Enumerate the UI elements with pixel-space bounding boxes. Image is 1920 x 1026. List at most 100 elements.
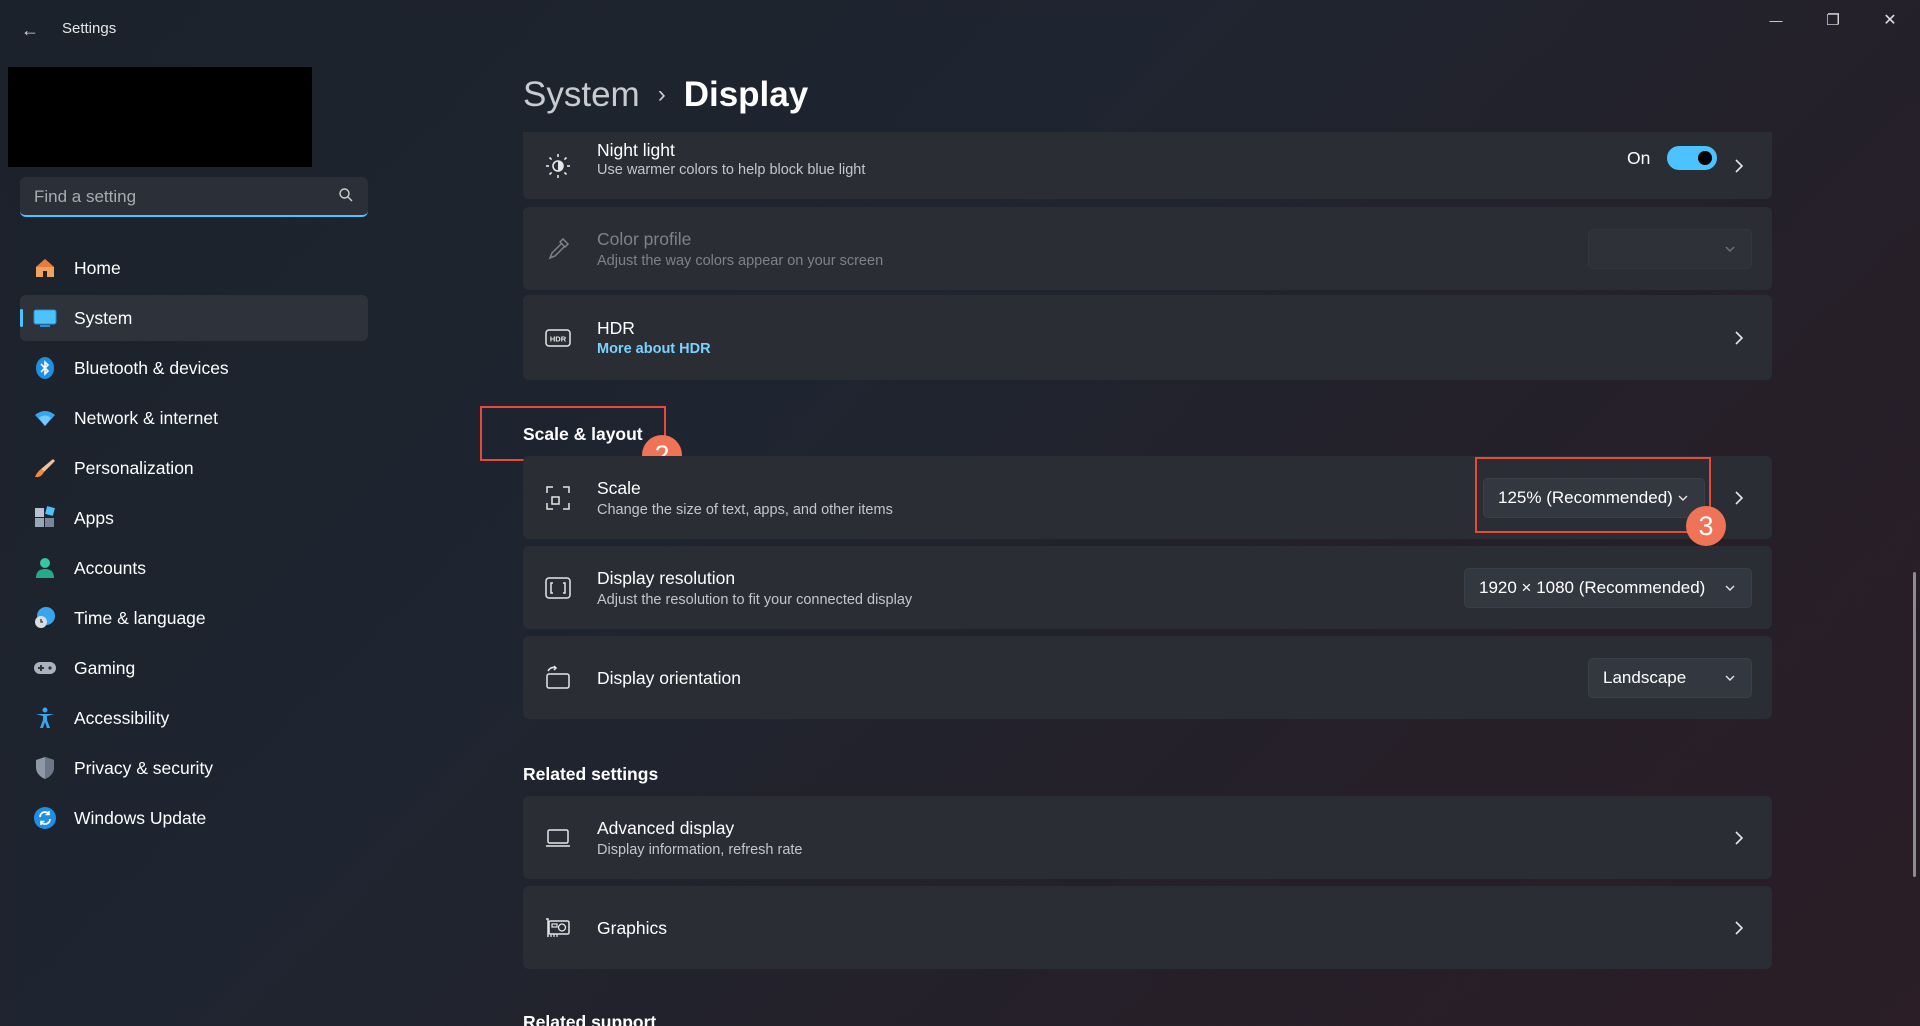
chevron-right-icon[interactable] xyxy=(1730,829,1748,847)
laptop-icon xyxy=(546,828,570,847)
sidebar-nav: Home System Bluetooth & devices Network … xyxy=(20,245,368,845)
hdr-title: HDR xyxy=(597,318,635,338)
annotation-box-scale-dropdown xyxy=(1475,457,1711,533)
chevron-down-icon xyxy=(1725,585,1735,591)
color-profile-card: Color profile Adjust the way colors appe… xyxy=(523,207,1772,290)
more-about-hdr-link[interactable]: More about HDR xyxy=(597,341,711,357)
display-resolution-dropdown[interactable]: 1920 × 1080 (Recommended) xyxy=(1464,567,1752,608)
search-box[interactable] xyxy=(20,177,368,217)
graphics-card-icon xyxy=(546,917,570,937)
sidebar-item-home[interactable]: Home xyxy=(20,245,368,291)
sidebar-item-label: Accounts xyxy=(74,557,146,578)
chevron-down-icon xyxy=(1725,246,1735,252)
sidebar-item-label: System xyxy=(74,307,133,328)
accessibility-icon xyxy=(32,705,58,731)
search-icon[interactable] xyxy=(338,187,354,203)
svg-text:HDR: HDR xyxy=(550,334,567,343)
color-profile-subtitle: Adjust the way colors appear on your scr… xyxy=(597,253,884,269)
chevron-right-icon[interactable] xyxy=(1730,919,1748,937)
sidebar-item-label: Network & internet xyxy=(74,407,218,428)
back-arrow-icon: ← xyxy=(21,19,39,40)
wifi-icon xyxy=(32,405,58,431)
minimize-button[interactable]: — xyxy=(1748,0,1804,40)
graphics-title: Graphics xyxy=(597,918,668,938)
night-light-subtitle: Use warmer colors to help block blue lig… xyxy=(597,162,866,178)
section-title-related-support: Related support xyxy=(523,1012,657,1026)
display-orientation-title: Display orientation xyxy=(597,668,741,688)
scrollbar-thumb[interactable] xyxy=(1913,572,1916,877)
sidebar-item-label: Windows Update xyxy=(74,807,207,828)
gamepad-icon xyxy=(32,655,58,681)
graphics-card[interactable]: Graphics xyxy=(523,886,1772,969)
night-light-state-label: On xyxy=(1627,148,1651,168)
sidebar-item-label: Gaming xyxy=(74,657,136,678)
advanced-display-subtitle: Display information, refresh rate xyxy=(597,842,803,858)
resolution-icon xyxy=(545,576,571,599)
chevron-down-icon xyxy=(1725,675,1735,681)
page-title: Display xyxy=(683,75,809,114)
minimize-icon: — xyxy=(1769,12,1783,28)
home-icon xyxy=(32,255,58,281)
system-icon xyxy=(32,305,58,331)
scale-title: Scale xyxy=(597,478,641,498)
user-profile-redacted[interactable] xyxy=(8,67,312,167)
hdr-card[interactable]: HDR HDR More about HDR xyxy=(523,295,1772,380)
sidebar-item-label: Bluetooth & devices xyxy=(74,357,229,378)
hdr-icon: HDR xyxy=(545,328,571,347)
display-orientation-card[interactable]: Display orientation Landscape xyxy=(523,636,1772,719)
night-light-title: Night light xyxy=(597,140,675,160)
scale-icon xyxy=(546,485,570,510)
display-orientation-dropdown[interactable]: Landscape xyxy=(1588,657,1752,698)
advanced-display-title: Advanced display xyxy=(597,818,735,838)
globe-clock-icon xyxy=(32,605,58,631)
sidebar-item-gaming[interactable]: Gaming xyxy=(20,645,368,691)
chevron-right-icon[interactable] xyxy=(1730,489,1748,507)
back-button[interactable]: ← xyxy=(14,14,46,46)
section-title-related-settings: Related settings xyxy=(523,764,659,784)
brush-icon xyxy=(32,455,58,481)
chevron-right-icon[interactable] xyxy=(1730,329,1748,347)
color-profile-dropdown xyxy=(1588,228,1752,269)
close-button[interactable]: ✕ xyxy=(1862,0,1918,40)
maximize-button[interactable]: ❐ xyxy=(1805,0,1861,40)
sidebar-item-system[interactable]: System xyxy=(20,295,368,341)
sidebar-item-label: Time & language xyxy=(74,607,206,628)
breadcrumb-parent[interactable]: System xyxy=(523,75,640,115)
title-bar: ← Settings — ❐ ✕ xyxy=(0,0,1920,60)
apps-icon xyxy=(32,505,58,531)
night-light-toggle[interactable] xyxy=(1667,146,1717,170)
advanced-display-card[interactable]: Advanced display Display information, re… xyxy=(523,796,1772,879)
breadcrumb: System › Display xyxy=(523,70,808,120)
sidebar-item-privacy[interactable]: Privacy & security xyxy=(20,745,368,791)
sidebar-item-personalization[interactable]: Personalization xyxy=(20,445,368,491)
sidebar-item-windows-update[interactable]: Windows Update xyxy=(20,795,368,841)
sidebar-item-time-language[interactable]: Time & language xyxy=(20,595,368,641)
shield-icon xyxy=(32,755,58,781)
annotation-box-scale-layout xyxy=(480,406,666,461)
color-profile-title: Color profile xyxy=(597,229,692,249)
account-icon xyxy=(32,555,58,581)
update-icon xyxy=(32,805,58,831)
sidebar-item-accounts[interactable]: Accounts xyxy=(20,545,368,591)
sidebar-item-label: Privacy & security xyxy=(74,757,214,778)
sidebar-item-accessibility[interactable]: Accessibility xyxy=(20,695,368,741)
sidebar-item-bluetooth[interactable]: Bluetooth & devices xyxy=(20,345,368,391)
orientation-icon xyxy=(546,664,570,689)
search-input[interactable] xyxy=(20,177,336,217)
annotation-badge-3: 3 xyxy=(1686,506,1726,546)
sidebar-item-network[interactable]: Network & internet xyxy=(20,395,368,441)
app-title: Settings xyxy=(62,20,117,37)
display-resolution-card[interactable]: Display resolution Adjust the resolution… xyxy=(523,546,1772,629)
color-picker-icon xyxy=(548,237,570,259)
display-resolution-title: Display resolution xyxy=(597,568,736,588)
sidebar-item-label: Personalization xyxy=(74,457,194,478)
chevron-right-icon[interactable] xyxy=(1730,157,1748,175)
brightness-icon xyxy=(546,153,570,178)
bluetooth-icon xyxy=(32,355,58,381)
sidebar-item-apps[interactable]: Apps xyxy=(20,495,368,541)
sidebar-item-label: Accessibility xyxy=(74,707,170,728)
display-orientation-value: Landscape xyxy=(1603,667,1687,687)
close-icon: ✕ xyxy=(1883,12,1897,29)
night-light-card[interactable]: Night light Use warmer colors to help bl… xyxy=(523,132,1772,199)
scale-subtitle: Change the size of text, apps, and other… xyxy=(597,502,893,518)
